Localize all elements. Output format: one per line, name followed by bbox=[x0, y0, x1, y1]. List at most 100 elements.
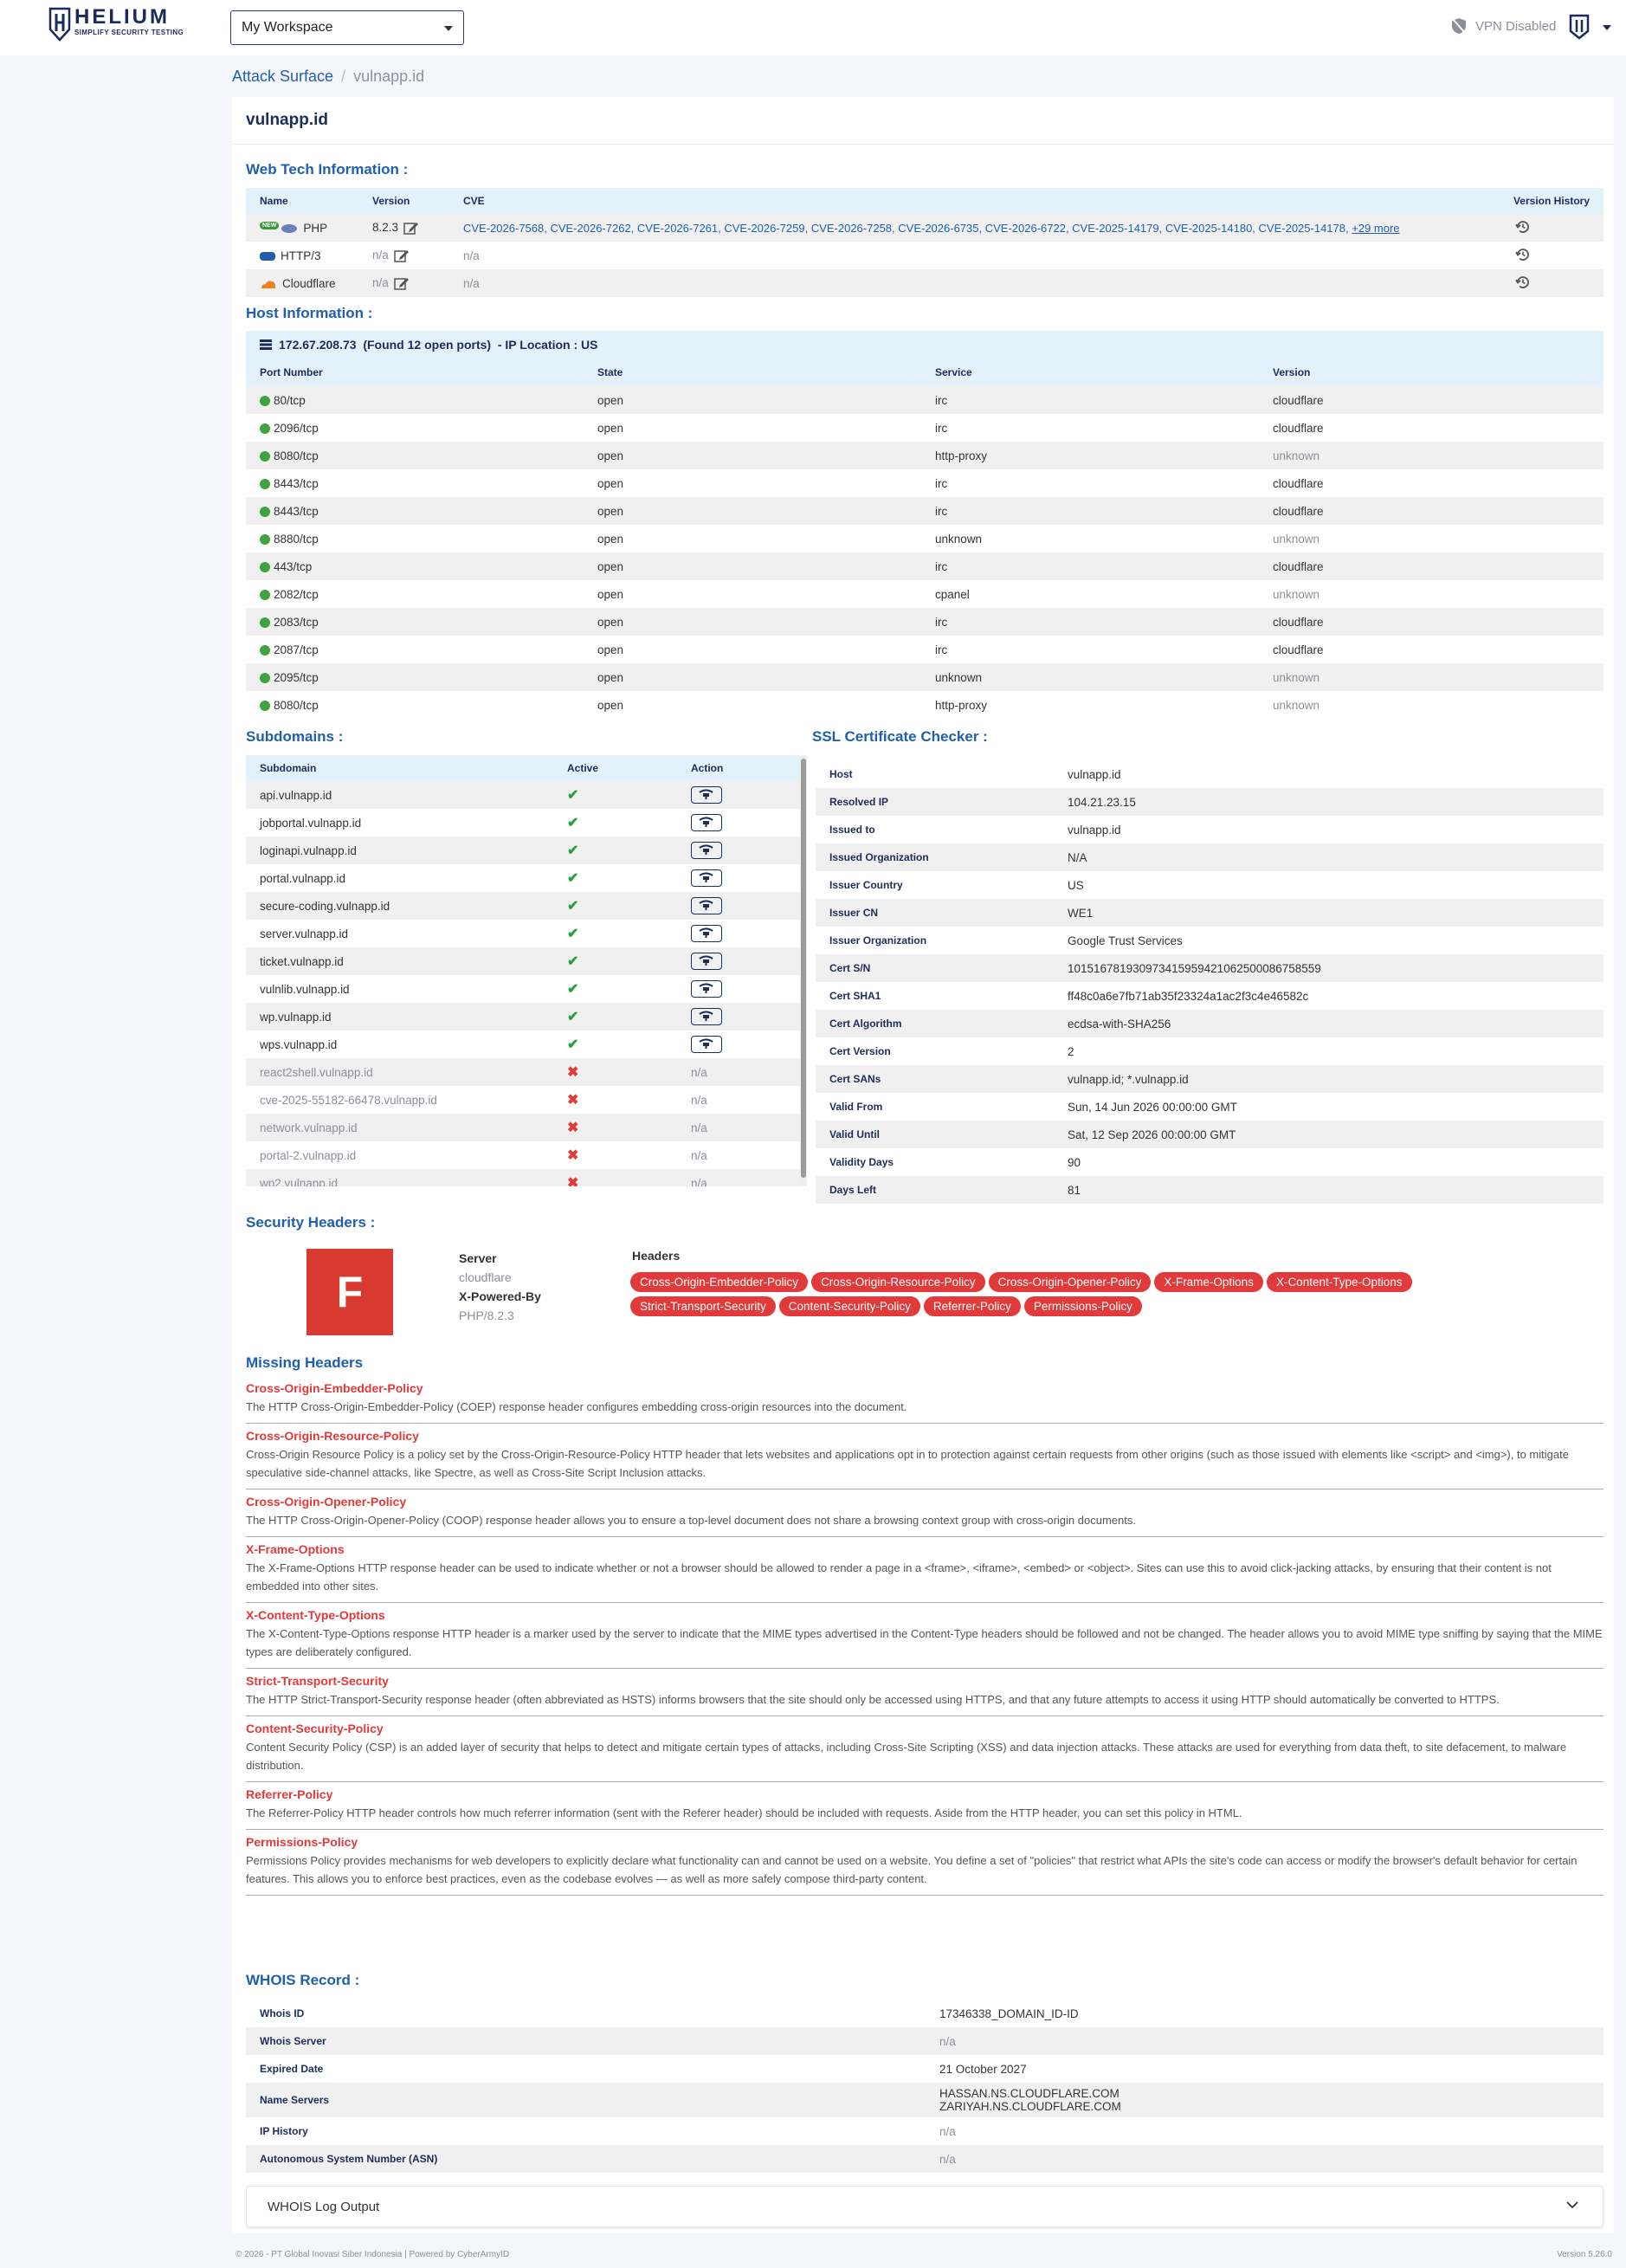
host-open-ports: (Found 12 open ports) bbox=[363, 338, 492, 352]
port-row: 443/tcp open irc cloudflare bbox=[246, 552, 1603, 580]
scrollbar-thumb[interactable] bbox=[801, 759, 806, 1178]
scan-subdomain-button[interactable] bbox=[691, 897, 722, 914]
workspace-select-value: My Workspace bbox=[242, 20, 333, 35]
open-status-dot-icon bbox=[260, 533, 270, 545]
whois-log-accordion[interactable]: WHOIS Log Output bbox=[246, 2186, 1603, 2227]
port-version: cloudflare bbox=[1259, 386, 1603, 414]
user-menu-chevron-icon[interactable] bbox=[1603, 25, 1611, 30]
subdomain-name: wps.vulnapp.id bbox=[260, 1037, 338, 1051]
subdomain-row: react2shell.vulnapp.id ✖ n/a bbox=[246, 1058, 800, 1086]
whois-value: 17346338_DOMAIN_ID-ID bbox=[939, 2006, 1079, 2020]
ssl-value: Sat, 12 Sep 2026 00:00:00 GMT bbox=[1054, 1121, 1603, 1148]
port-number: 80/tcp bbox=[274, 393, 306, 407]
scan-subdomain-button[interactable] bbox=[691, 953, 722, 970]
workspace-select[interactable]: My Workspace bbox=[230, 10, 464, 45]
subdomain-name: cve-2025-55182-66478.vulnapp.id bbox=[260, 1093, 437, 1107]
open-status-dot-icon bbox=[260, 561, 270, 572]
scan-icon bbox=[699, 817, 713, 827]
vpn-status[interactable]: VPN Disabled bbox=[1451, 17, 1556, 35]
edit-icon[interactable] bbox=[403, 221, 419, 235]
scan-subdomain-button[interactable] bbox=[691, 1036, 722, 1053]
subdomain-name: ticket.vulnapp.id bbox=[246, 947, 553, 975]
whois-label: Whois ID bbox=[260, 2007, 305, 2019]
subdomain-action-na: n/a bbox=[691, 1176, 707, 1187]
subdomain-row: portal.vulnapp.id ✔ bbox=[246, 864, 800, 892]
security-grade-badge: F bbox=[306, 1249, 393, 1335]
edit-icon[interactable] bbox=[394, 276, 410, 290]
whois-value: n/a bbox=[939, 2152, 956, 2166]
breadcrumb-separator: / bbox=[341, 68, 346, 85]
col-cve: CVE bbox=[463, 195, 485, 207]
subdomain-name: secure-coding.vulnapp.id bbox=[246, 892, 553, 920]
whois-row: Whois ID 17346338_DOMAIN_ID-ID bbox=[246, 2000, 1603, 2027]
helium-logo[interactable]: HELIUM SIMPLIFY SECURITY TESTING bbox=[48, 7, 184, 42]
col-subdomain: Subdomain bbox=[260, 762, 317, 774]
subdomain-name: portal-2.vulnapp.id bbox=[260, 1148, 357, 1162]
active-check-icon: ✔ bbox=[567, 1010, 579, 1024]
port-service: unknown bbox=[935, 532, 983, 546]
host-location: - IP Location : US bbox=[497, 338, 598, 352]
ssl-label: Valid Until bbox=[816, 1121, 1054, 1148]
subdomain-row: cve-2025-55182-66478.vulnapp.id ✖ n/a bbox=[246, 1086, 800, 1114]
cve-more-link[interactable]: +29 more bbox=[1352, 222, 1399, 235]
ssl-row: Cert Version 2 bbox=[816, 1037, 1603, 1065]
port-row: 8443/tcp open irc cloudflare bbox=[246, 497, 1603, 525]
tech-row-cloudflare: Cloudflare n/a n/a bbox=[246, 269, 1603, 297]
breadcrumb: Attack Surface / vulnapp.id bbox=[232, 68, 424, 86]
port-service: irc bbox=[935, 421, 948, 435]
port-number: 2095/tcp bbox=[274, 670, 319, 684]
vpn-shield-off-icon bbox=[1452, 18, 1466, 34]
ssl-value: vulnapp.id bbox=[1068, 823, 1121, 837]
ssl-label: Issuer Country bbox=[829, 879, 903, 891]
history-icon[interactable] bbox=[1515, 275, 1531, 290]
missing-header-chips: Cross-Origin-Embedder-Policy Cross-Origin… bbox=[630, 1272, 1496, 1321]
subdomain-row: wps.vulnapp.id ✔ bbox=[246, 1031, 800, 1058]
port-number: 2096/tcp bbox=[274, 421, 319, 435]
user-avatar-shield-icon[interactable] bbox=[1569, 14, 1590, 40]
missing-header-item: Strict-Transport-Security The HTTP Strict… bbox=[246, 1669, 1603, 1716]
breadcrumb-attack-surface[interactable]: Attack Surface bbox=[232, 68, 333, 85]
ssl-value: 90 bbox=[1068, 1155, 1081, 1169]
missing-header-name: Cross-Origin-Embedder-Policy bbox=[246, 1381, 423, 1395]
scan-icon bbox=[699, 900, 713, 910]
open-status-dot-icon bbox=[260, 423, 270, 434]
tech-cve-list[interactable]: CVE-2026-7568, CVE-2026-7262, CVE-2026-7… bbox=[463, 222, 1349, 235]
tech-row-php: NEW PHP 8.2.3 CVE-2026-7568, CVE-2026-726… bbox=[246, 214, 1603, 242]
scan-subdomain-button[interactable] bbox=[691, 869, 722, 887]
history-icon[interactable] bbox=[1515, 247, 1531, 262]
subdomain-header-row: Subdomain Active Action bbox=[246, 755, 800, 781]
scan-subdomain-button[interactable] bbox=[691, 842, 722, 859]
edit-icon[interactable] bbox=[394, 249, 410, 262]
port-number: 8443/tcp bbox=[274, 476, 319, 490]
web-tech-table: Name Version CVE Version History NEW PHP … bbox=[246, 188, 1603, 297]
port-state: open bbox=[584, 608, 921, 636]
missing-header-name: Cross-Origin-Opener-Policy bbox=[246, 1495, 407, 1509]
inactive-cross-icon: ✖ bbox=[567, 1065, 579, 1080]
scan-subdomain-button[interactable] bbox=[691, 1008, 722, 1025]
scan-subdomain-button[interactable] bbox=[691, 786, 722, 804]
main-card: vulnapp.id Web Tech Information : Name V… bbox=[232, 97, 1614, 2233]
port-row: 2083/tcp open irc cloudflare bbox=[246, 608, 1603, 636]
port-service: http-proxy bbox=[935, 698, 988, 712]
subdomain-row: ticket.vulnapp.id ✔ bbox=[246, 947, 800, 975]
ssl-value: US bbox=[1068, 878, 1084, 892]
port-row: 2095/tcp open unknown unknown bbox=[246, 663, 1603, 691]
missing-header-chip: Cross-Origin-Embedder-Policy bbox=[630, 1272, 809, 1292]
scan-subdomain-button[interactable] bbox=[691, 925, 722, 942]
subdomains-scroll-area[interactable]: Subdomain Active Action api.vulnapp.id ✔ j… bbox=[246, 755, 809, 1186]
subdomains-scrollbar[interactable] bbox=[800, 755, 807, 1186]
missing-header-chip: Cross-Origin-Opener-Policy bbox=[988, 1272, 1152, 1292]
security-headers-title: Security Headers : bbox=[246, 1214, 376, 1231]
scan-subdomain-button[interactable] bbox=[691, 814, 722, 831]
tech-version: n/a bbox=[372, 275, 389, 289]
port-header-row: Port Number State Service Version bbox=[246, 359, 1603, 386]
scan-subdomain-button[interactable] bbox=[691, 980, 722, 998]
history-icon[interactable] bbox=[1515, 219, 1531, 235]
server-info: Server cloudflare X-Powered-By PHP/8.2.3 bbox=[459, 1249, 541, 1325]
subdomains-table: Subdomain Active Action api.vulnapp.id ✔ j… bbox=[246, 755, 800, 1186]
active-check-icon: ✔ bbox=[567, 927, 579, 941]
port-state: open bbox=[584, 497, 921, 525]
scan-icon bbox=[699, 1011, 713, 1021]
ssl-value: Sun, 14 Jun 2026 00:00:00 GMT bbox=[1068, 1100, 1237, 1114]
inactive-cross-icon: ✖ bbox=[567, 1093, 579, 1108]
